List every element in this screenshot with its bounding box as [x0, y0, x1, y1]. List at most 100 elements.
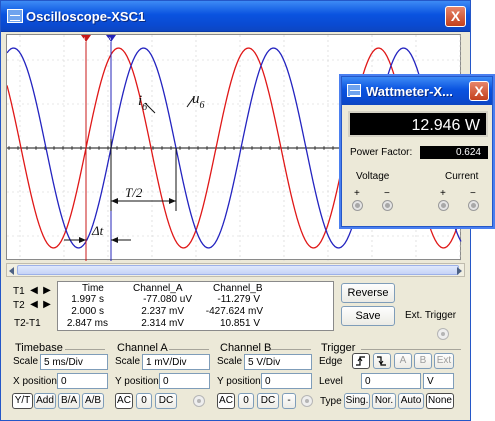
- trigger-rising-edge-icon[interactable]: [352, 353, 370, 369]
- timebase-group-title: Timebase: [15, 342, 63, 354]
- trigger-falling-edge-icon[interactable]: [373, 353, 391, 369]
- channel-b-terminal[interactable]: [301, 395, 313, 407]
- trigger-source-ext-button[interactable]: Ext: [434, 353, 454, 369]
- channel-b-yposition-label: Y position: [217, 376, 261, 387]
- wattmeter-window: Wattmeter-X... X 12.946 W Power Factor: …: [341, 76, 493, 227]
- channel-a-group-title: Channel A: [117, 342, 168, 354]
- cursor-readout-table: Time Channel_A Channel_B 1.997 s -77.080…: [57, 281, 334, 331]
- t1-left-arrow-icon[interactable]: ◀: [27, 284, 41, 298]
- readout-header-channel-b: Channel_B: [213, 283, 263, 294]
- half-period-arrowhead-left: [111, 198, 118, 204]
- oscilloscope-title-bar[interactable]: Oscilloscope-XSC1 X: [1, 1, 470, 32]
- channel-b-invert-button[interactable]: -: [282, 393, 296, 409]
- readout-header-time: Time: [82, 283, 104, 294]
- reverse-button[interactable]: Reverse: [341, 283, 395, 303]
- channel-a-terminal[interactable]: [193, 395, 205, 407]
- channel-b-scale-label: Scale: [217, 356, 243, 367]
- trigger-normal-button[interactable]: Nor.: [372, 393, 396, 409]
- t2-time-value: 2.000 s: [71, 306, 104, 317]
- t2-t1-time-value: 2.847 ms: [66, 318, 108, 329]
- channel-a-group-divider: [169, 349, 209, 350]
- timebase-xposition-label: X position: [13, 376, 57, 387]
- half-period-label: T/2: [125, 185, 143, 200]
- voltage-minus-terminal[interactable]: [382, 200, 393, 211]
- channel-b-scale-field[interactable]: 5 V/Div: [244, 354, 312, 370]
- timebase-scale-label: Scale: [13, 356, 39, 367]
- mode-ab-button[interactable]: A/B: [82, 393, 104, 409]
- t1-channel-a-value: -77.080 uV: [143, 294, 192, 305]
- t1-row-label: T1: [13, 286, 25, 297]
- timebase-xposition-field[interactable]: 0: [57, 373, 108, 389]
- mode-add-button[interactable]: Add: [34, 393, 56, 409]
- wattmeter-title-bar[interactable]: Wattmeter-X... X: [342, 77, 492, 105]
- trigger-level-field[interactable]: 0: [361, 373, 421, 389]
- channel-b-zero-button[interactable]: 0: [238, 393, 254, 409]
- current-plus-label: +: [440, 188, 446, 199]
- trigger-none-button[interactable]: None: [426, 393, 454, 409]
- trigger-auto-button[interactable]: Auto: [398, 393, 424, 409]
- t2-left-arrow-icon[interactable]: ◀: [27, 298, 41, 312]
- current-minus-label: −: [470, 188, 476, 199]
- oscilloscope-close-button[interactable]: X: [445, 6, 466, 27]
- channel-a-ac-button[interactable]: AC: [115, 393, 133, 409]
- wattmeter-title: Wattmeter-X...: [366, 84, 453, 99]
- voltage-label: Voltage: [356, 171, 390, 182]
- t2-t1-channel-a-value: 2.314 mV: [141, 318, 184, 329]
- channel-a-yposition-field[interactable]: 0: [159, 373, 210, 389]
- trigger-level-label: Level: [319, 376, 343, 387]
- channel-b-yposition-field[interactable]: 0: [261, 373, 312, 389]
- readout-header-channel-a: Channel_A: [133, 283, 183, 294]
- channel-b-group-divider: [271, 349, 311, 350]
- delta-t-label: Δt: [91, 223, 104, 238]
- trace-label-u6: u6: [192, 91, 205, 111]
- voltage-minus-label: −: [384, 188, 390, 199]
- t2-right-arrow-icon[interactable]: ▶: [40, 298, 54, 312]
- power-factor-display: 0.624: [420, 146, 488, 159]
- scope-horizontal-scrollbar[interactable]: [6, 263, 465, 277]
- wattmeter-close-button[interactable]: X: [469, 81, 489, 101]
- channel-a-scale-label: Scale: [115, 356, 141, 367]
- t1-time-value: 1.997 s: [71, 294, 104, 305]
- current-plus-terminal[interactable]: [438, 200, 449, 211]
- power-factor-label: Power Factor:: [350, 147, 413, 158]
- timebase-group-divider: [65, 349, 105, 350]
- timebase-scale-field[interactable]: 5 ms/Div: [40, 354, 108, 370]
- trigger-level-unit-select[interactable]: V: [423, 373, 454, 389]
- trigger-group-divider: [361, 349, 461, 350]
- voltage-plus-label: +: [354, 188, 360, 199]
- channel-a-dc-button[interactable]: DC: [155, 393, 177, 409]
- trigger-edge-label: Edge: [319, 356, 343, 367]
- current-minus-terminal[interactable]: [468, 200, 479, 211]
- channel-b-dc-button[interactable]: DC: [257, 393, 279, 409]
- trigger-single-button[interactable]: Sing.: [344, 393, 370, 409]
- scroll-left-icon[interactable]: [9, 267, 14, 275]
- save-button[interactable]: Save: [341, 306, 395, 326]
- channel-a-scale-field[interactable]: 1 mV/Div: [142, 354, 210, 370]
- t2-row-label: T2: [13, 300, 25, 311]
- scroll-right-icon[interactable]: [457, 267, 462, 275]
- ext-trigger-label: Ext. Trigger: [405, 310, 457, 321]
- voltage-plus-terminal[interactable]: [352, 200, 363, 211]
- t2-t1-row-label: T2-T1: [14, 318, 41, 329]
- oscilloscope-app-icon: [7, 9, 23, 23]
- channel-b-ac-button[interactable]: AC: [217, 393, 235, 409]
- wattmeter-app-icon: [347, 84, 361, 97]
- scrollbar-thumb[interactable]: [17, 265, 459, 275]
- channel-a-yposition-label: Y position: [115, 376, 159, 387]
- mode-ba-button[interactable]: B/A: [58, 393, 80, 409]
- trigger-source-a-button[interactable]: A: [394, 353, 412, 369]
- trace-label-i6: i6: [138, 93, 147, 113]
- t2-t1-channel-b-value: 10.851 V: [219, 318, 260, 329]
- half-period-arrowhead-right: [169, 198, 176, 204]
- trigger-type-label: Type: [320, 396, 342, 407]
- t1-right-arrow-icon[interactable]: ▶: [40, 284, 54, 298]
- channel-a-zero-button[interactable]: 0: [136, 393, 152, 409]
- t2-channel-b-value: -427.624 mV: [205, 306, 263, 317]
- trigger-source-b-button[interactable]: B: [414, 353, 432, 369]
- ext-trigger-terminal[interactable]: [437, 328, 449, 340]
- delta-t-arrowhead-right: [111, 237, 118, 243]
- mode-yt-button[interactable]: Y/T: [12, 393, 33, 409]
- trigger-group-title: Trigger: [321, 342, 356, 354]
- t1-channel-b-value: -11.279 V: [217, 294, 260, 305]
- t2-channel-a-value: 2.237 mV: [141, 306, 184, 317]
